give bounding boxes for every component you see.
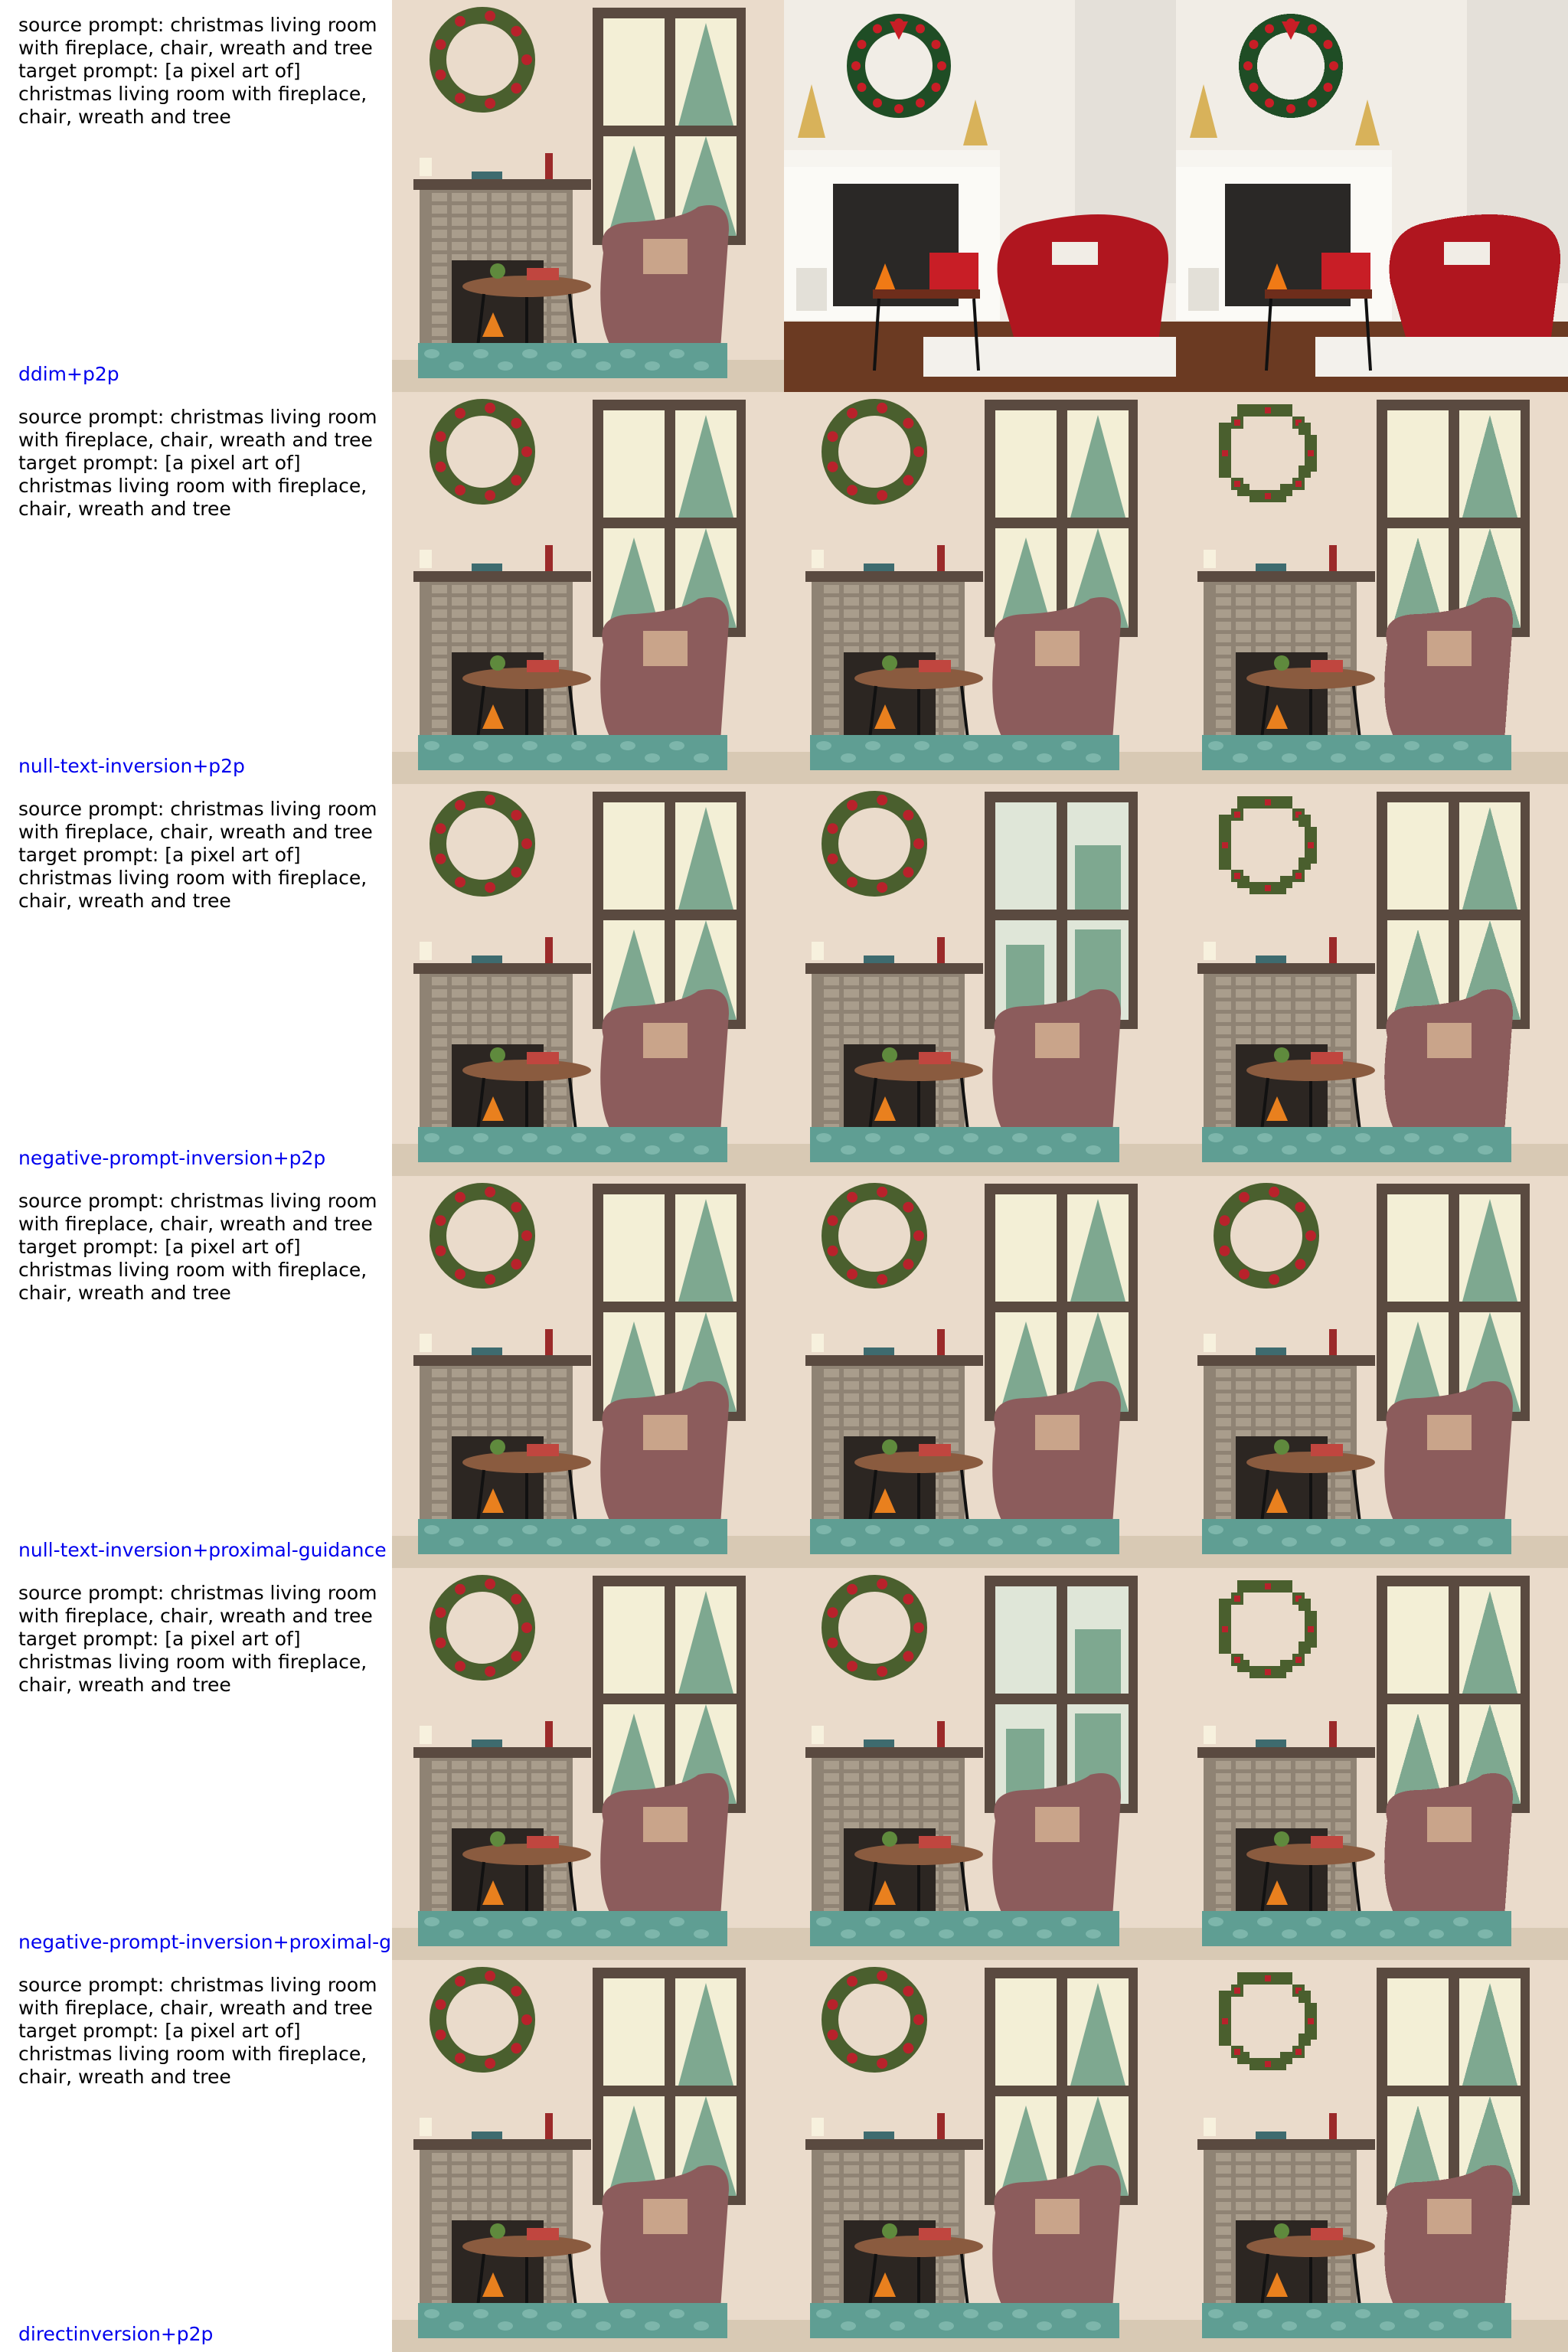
- edited-image: [1176, 392, 1568, 784]
- edited-image: [784, 0, 1176, 392]
- source-image: [392, 1568, 784, 1960]
- edited-image: [1176, 784, 1568, 1176]
- room-scene-image: [784, 0, 1176, 392]
- room-scene-image: [784, 1176, 1176, 1568]
- room-scene-image: [1176, 392, 1568, 784]
- room-scene-image: [784, 1960, 1176, 2352]
- prompt-text: source prompt: christmas living room wit…: [18, 798, 377, 912]
- result-row: source prompt: christmas living room wit…: [0, 392, 1568, 784]
- source-image: [392, 1176, 784, 1568]
- room-scene-image: [392, 784, 784, 1176]
- edited-image: [784, 392, 1176, 784]
- result-row: source prompt: christmas living room wit…: [0, 784, 1568, 1176]
- room-scene-image: [1176, 784, 1568, 1176]
- source-image: [392, 784, 784, 1176]
- room-scene-image: [784, 1568, 1176, 1960]
- method-label: null-text-inversion+p2p: [18, 755, 245, 777]
- room-scene-image: [784, 392, 1176, 784]
- room-scene-image: [784, 784, 1176, 1176]
- room-scene-image: [392, 392, 784, 784]
- method-label: ddim+p2p: [18, 363, 119, 385]
- method-label: null-text-inversion+proximal-guidance: [18, 1539, 387, 1561]
- room-scene-image: [1176, 1960, 1568, 2352]
- result-row: source prompt: christmas living room wit…: [0, 1568, 1568, 1960]
- room-scene-image: [1176, 0, 1568, 392]
- edited-image: [784, 784, 1176, 1176]
- row-label: source prompt: christmas living room wit…: [0, 392, 392, 784]
- result-row: source prompt: christmas living room wit…: [0, 1960, 1568, 2352]
- room-scene-image: [392, 1568, 784, 1960]
- room-scene-image: [392, 1960, 784, 2352]
- room-scene-image: [1176, 1176, 1568, 1568]
- edited-image: [1176, 1568, 1568, 1960]
- prompt-text: source prompt: christmas living room wit…: [18, 1190, 377, 1304]
- edited-image: [1176, 1176, 1568, 1568]
- edited-image: [784, 1960, 1176, 2352]
- prompt-text: source prompt: christmas living room wit…: [18, 1974, 377, 2088]
- source-image: [392, 392, 784, 784]
- room-scene-image: [1176, 1568, 1568, 1960]
- result-row: source prompt: christmas living room wit…: [0, 0, 1568, 392]
- comparison-grid: source prompt: christmas living room wit…: [0, 0, 1568, 2352]
- edited-image: [1176, 1960, 1568, 2352]
- method-label: negative-prompt-inversion+proximal-g: [18, 1931, 391, 1953]
- row-label: source prompt: christmas living room wit…: [0, 1960, 392, 2352]
- edited-image: [784, 1176, 1176, 1568]
- edited-image: [1176, 0, 1568, 392]
- room-scene-image: [392, 1176, 784, 1568]
- prompt-text: source prompt: christmas living room wit…: [18, 1582, 377, 1696]
- row-label: source prompt: christmas living room wit…: [0, 784, 392, 1176]
- row-label: source prompt: christmas living room wit…: [0, 1176, 392, 1568]
- source-image: [392, 0, 784, 392]
- edited-image: [784, 1568, 1176, 1960]
- room-scene-image: [392, 0, 784, 392]
- prompt-text: source prompt: christmas living room wit…: [18, 14, 377, 128]
- method-label: negative-prompt-inversion+p2p: [18, 1147, 326, 1169]
- prompt-text: source prompt: christmas living room wit…: [18, 406, 377, 520]
- source-image: [392, 1960, 784, 2352]
- row-label: source prompt: christmas living room wit…: [0, 0, 392, 392]
- method-label: directinversion+p2p: [18, 2323, 214, 2345]
- row-label: source prompt: christmas living room wit…: [0, 1568, 392, 1960]
- result-row: source prompt: christmas living room wit…: [0, 1176, 1568, 1568]
